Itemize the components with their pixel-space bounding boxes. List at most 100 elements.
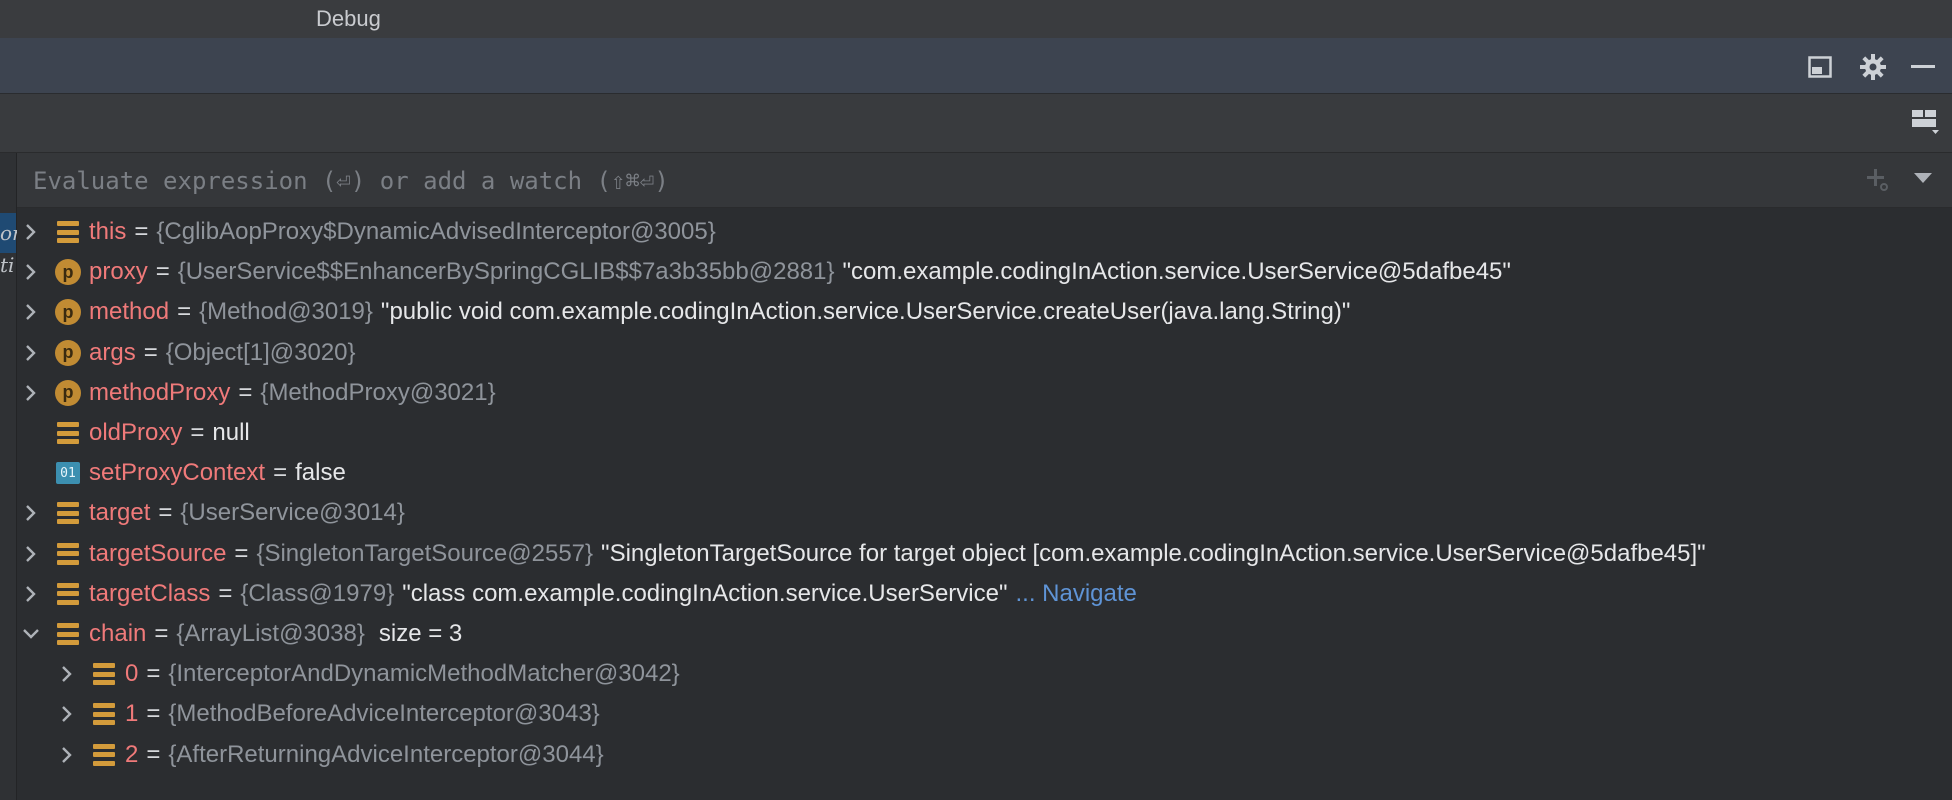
field-icon [91,661,117,687]
equals-sign: = [146,660,161,688]
equals-sign: = [134,218,149,245]
equals-sign: = [238,378,253,406]
parameter-icon: p [55,379,81,406]
field-icon [55,500,81,526]
add-watch-icon[interactable] [1865,167,1891,193]
equals-sign: = [190,419,205,446]
variable-name: chain [89,620,147,647]
variable-row[interactable]: oldProxy = null [17,413,1952,453]
history-dropdown-icon[interactable] [1913,171,1935,189]
equals-sign: = [146,700,161,728]
variable-row[interactable]: this = {CglibAopProxy$DynamicAdvisedInterc… [17,212,1952,252]
field-icon [55,581,81,607]
variable-value: "com.example.codingInAction.service.User… [842,258,1511,286]
chevron-right-icon[interactable] [17,493,45,533]
tool-window-header [0,38,1952,94]
minimize-icon[interactable] [1908,52,1938,82]
variable-row[interactable]: p methodProxy = {MethodProxy@3021} [17,373,1952,413]
equals-sign: = [146,740,161,768]
variable-name: targetSource [89,539,227,567]
chevron-right-icon[interactable] [53,694,81,734]
navigate-link[interactable]: ... Navigate [1015,580,1136,608]
variable-value: "public void com.example.codingInAction.… [380,298,1351,326]
variable-type: {UserService@3014} [180,499,405,527]
equals-sign: = [155,258,170,286]
equals-sign: = [234,539,249,567]
chevron-right-icon[interactable] [17,252,45,292]
variable-row[interactable]: 0 = {InterceptorAndDynamicMethodMatcher@30… [17,654,1952,694]
parameter-icon: p [55,299,81,326]
collection-size: size = 3 [378,620,463,647]
variable-name: target [89,499,151,527]
variable-type: {MethodBeforeAdviceInterceptor@3043} [168,700,600,728]
equals-sign: = [273,459,288,487]
debugger-toolbar [0,94,1952,153]
equals-sign: = [218,579,233,607]
evaluate-expression-input[interactable] [31,163,1835,199]
variable-type: {Method@3019} [199,298,373,326]
chevron-right-icon[interactable] [17,212,45,252]
variables-tree: this = {CglibAopProxy$DynamicAdvisedInterc… [17,210,1952,800]
field-icon [55,219,81,245]
frame-label-fragment: ti [0,253,15,277]
variable-value: "SingletonTargetSource for target object… [601,539,1706,567]
chevron-right-icon[interactable] [17,373,45,413]
chevron-right-icon[interactable] [17,292,45,332]
variable-name: method [89,298,170,326]
parameter-icon: p [55,259,81,286]
field-icon [55,420,81,446]
variable-name: this [89,218,127,245]
chevron-right-icon[interactable] [53,654,81,694]
field-icon [91,742,117,768]
variable-row[interactable]: chain = {ArrayList@3038} size = 3 [17,614,1952,654]
variable-value: false [295,459,346,487]
variable-row[interactable]: 2 = {AfterReturningAdviceInterceptor@3044} [17,735,1952,775]
variable-row[interactable]: targetSource = {SingletonTargetSource@2557… [17,534,1952,574]
variable-row[interactable]: targetClass = {Class@1979} "class com.examp… [17,574,1952,614]
variable-value: null [212,419,250,446]
field-icon [91,701,117,727]
layout-icon[interactable] [1805,52,1835,82]
variable-type: {ArrayList@3038} [176,620,365,647]
equals-sign: = [158,499,173,527]
variable-row[interactable]: p args = {Object[1]@3020} [17,333,1952,373]
equals-sign: = [154,620,169,647]
window-title-bar: Debug [0,0,1952,39]
chevron-right-icon[interactable] [53,735,81,775]
chevron-right-icon[interactable] [17,333,45,373]
variable-name: oldProxy [89,419,183,446]
frames-panel-edge: or ti [0,153,22,800]
variable-name: targetClass [89,579,211,607]
variable-type: {MethodProxy@3021} [260,378,496,406]
variable-row[interactable]: 01 setProxyContext = false [17,453,1952,493]
variable-name: 2 [125,740,139,768]
chevron-right-icon[interactable] [17,574,45,614]
equals-sign: = [143,338,158,366]
field-icon [55,541,81,567]
field-icon [55,621,81,647]
variable-name: 1 [125,700,139,728]
variable-type: {Class@1979} [240,579,395,607]
variable-name: 0 [125,660,139,688]
equals-sign: = [177,298,192,326]
variable-row[interactable]: 1 = {MethodBeforeAdviceInterceptor@3043} [17,694,1952,734]
variable-type: {SingletonTargetSource@2557} [256,539,594,567]
variable-type: {UserService$$EnhancerBySpringCGLIB$$7a3… [177,258,835,286]
chevron-down-icon[interactable] [17,614,45,654]
evaluate-expression-bar [17,153,1952,208]
variable-name: args [89,338,136,366]
variable-value: "class com.example.codingInAction.servic… [402,579,1008,607]
gear-icon[interactable] [1858,52,1888,82]
variable-type: {InterceptorAndDynamicMethodMatcher@3042… [168,660,680,688]
layout-settings-icon[interactable] [1910,106,1940,136]
variable-row[interactable]: p proxy = {UserService$$EnhancerBySpringCGL… [17,252,1952,292]
variable-type: {AfterReturningAdviceInterceptor@3044} [168,740,604,768]
chevron-right-icon[interactable] [17,534,45,574]
variable-name: proxy [89,258,148,286]
variable-row[interactable]: p method = {Method@3019} "public void com.ex… [17,292,1952,332]
variable-name: methodProxy [89,378,231,406]
variable-row[interactable]: target = {UserService@3014} [17,493,1952,533]
variable-type: {CglibAopProxy$DynamicAdvisedInterceptor… [156,218,716,245]
